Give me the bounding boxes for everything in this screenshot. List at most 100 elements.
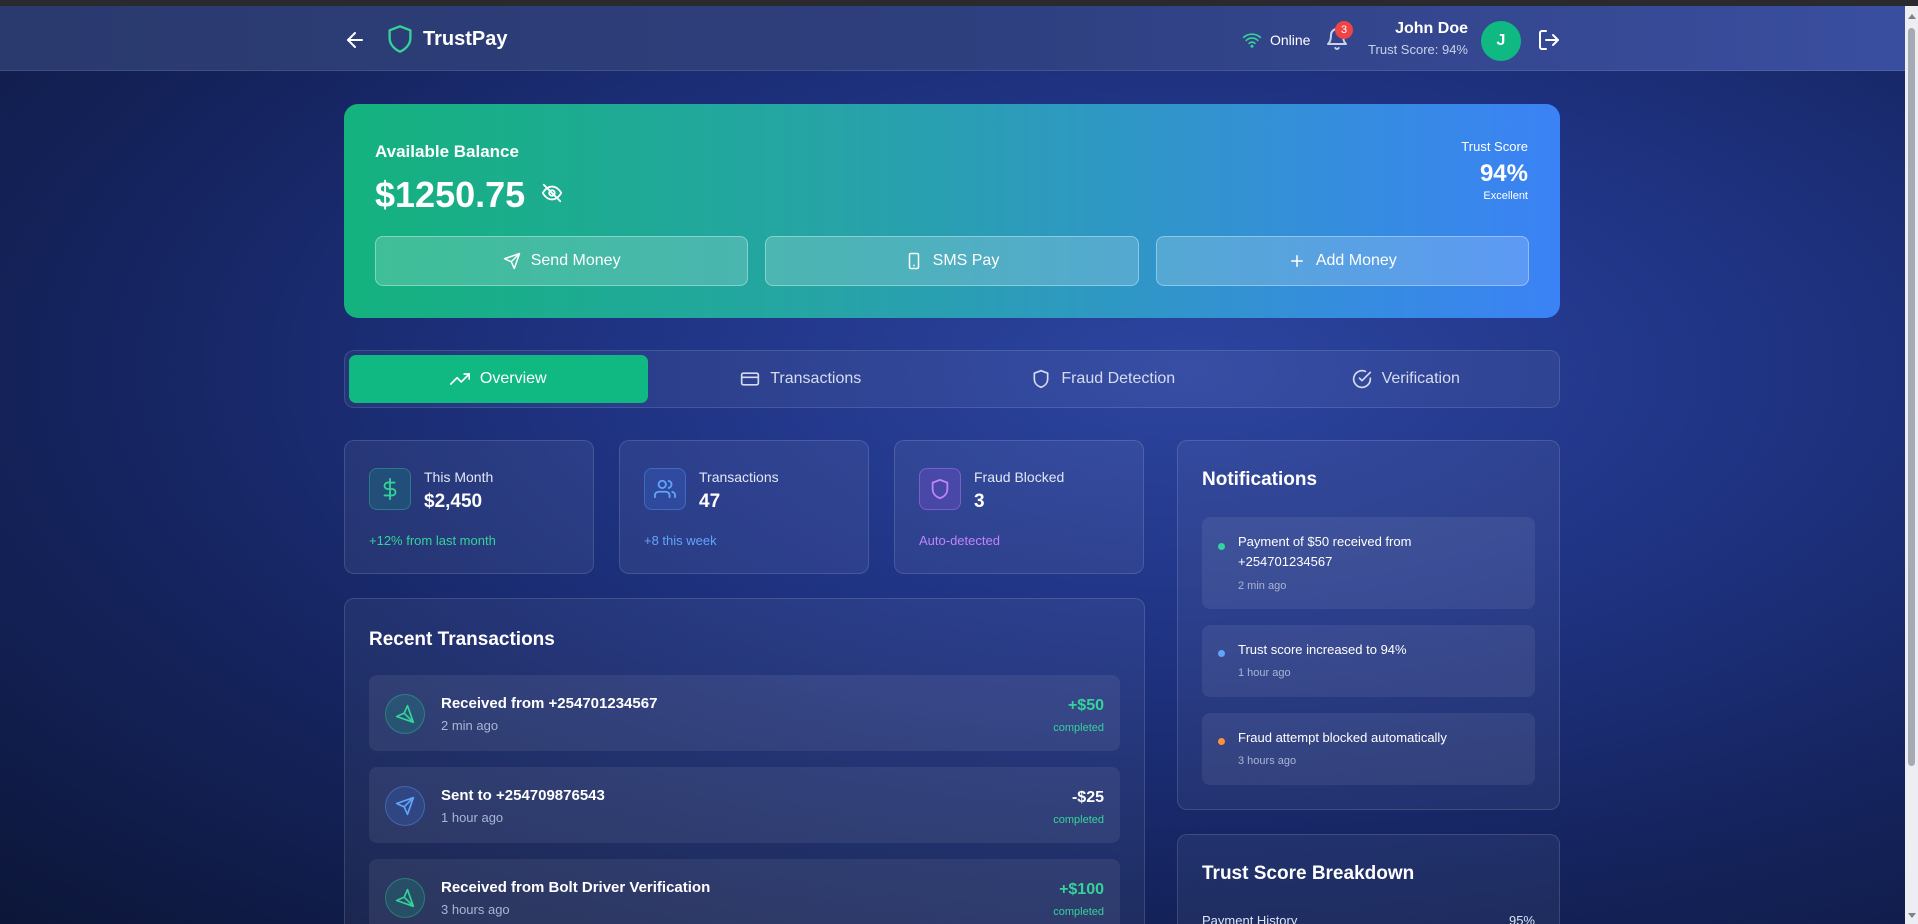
trust-row-value: 95% xyxy=(1508,913,1535,924)
tab-transactions-label: Transactions xyxy=(770,370,862,387)
balance-label: Available Balance xyxy=(375,142,519,161)
scroll-down-arrow-icon[interactable] xyxy=(1908,913,1916,918)
stat-card-fraud-blocked: Fraud Blocked 3 Auto-detected xyxy=(894,440,1144,574)
sms-pay-button[interactable]: SMS Pay xyxy=(765,236,1139,286)
notifications-title: Notifications xyxy=(1202,469,1318,490)
dollar-icon xyxy=(383,478,397,500)
tx-icon-box xyxy=(385,694,425,734)
recent-transactions-card: Recent Transactions Received from +25470… xyxy=(344,598,1145,924)
trust-score-label: Trust Score xyxy=(1461,139,1528,154)
notifications-card: Notifications Payment of $50 received fr… xyxy=(1177,440,1560,810)
add-money-label: Add Money xyxy=(1315,252,1397,269)
user-trust-score: Trust Score: 94% xyxy=(1368,42,1468,57)
user-info: John Doe Trust Score: 94% xyxy=(1368,20,1468,57)
trending-up-icon xyxy=(449,373,470,385)
phone-icon xyxy=(908,252,919,270)
stat-change: +12% from last month xyxy=(369,533,496,548)
connection-status: Online xyxy=(1242,30,1310,50)
tx-status: completed xyxy=(1053,906,1104,918)
tab-fraud-detection[interactable]: Fraud Detection xyxy=(954,355,1253,403)
transaction-row[interactable]: Sent to +254709876543 1 hour ago -$25 co… xyxy=(369,767,1120,843)
stat-change: +8 this week xyxy=(644,533,717,548)
status-label: Online xyxy=(1270,32,1311,48)
arrow-received-icon xyxy=(395,888,415,908)
trust-breakdown-row: Payment History 95% xyxy=(1202,913,1535,924)
notification-message: Fraud attempt blocked automatically xyxy=(1238,730,1447,745)
tx-amount: +$50 xyxy=(1067,697,1104,714)
user-name: John Doe xyxy=(1395,20,1468,37)
stat-value: $2,450 xyxy=(424,491,483,512)
wifi-icon xyxy=(1242,33,1262,48)
tx-amount: +$100 xyxy=(1059,881,1104,898)
users-icon xyxy=(654,479,676,499)
status-dot xyxy=(1218,543,1225,550)
tab-transactions[interactable]: Transactions xyxy=(652,355,951,403)
status-dot xyxy=(1218,738,1225,745)
stat-card-this-month: This Month $2,450 +12% from last month xyxy=(344,440,594,574)
trust-score-value: 94% xyxy=(1479,160,1528,187)
avatar[interactable]: J xyxy=(1481,21,1521,61)
trust-score-rating: Excellent xyxy=(1483,190,1528,202)
notification-item[interactable]: Payment of $50 received from +2547012345… xyxy=(1202,517,1535,609)
status-dot xyxy=(1218,650,1225,657)
tx-title: Sent to +254709876543 xyxy=(441,787,605,804)
dollar-icon-box xyxy=(369,468,411,510)
users-icon-box xyxy=(644,468,686,510)
send-icon xyxy=(395,796,415,816)
tx-status: completed xyxy=(1053,722,1104,734)
tx-icon-box xyxy=(385,786,425,826)
trust-breakdown-title: Trust Score Breakdown xyxy=(1202,863,1415,884)
brand-name: TrustPay xyxy=(423,28,508,50)
logout-icon[interactable] xyxy=(1537,28,1561,52)
shield-icon xyxy=(1033,369,1049,389)
notifications-button[interactable]: 3 xyxy=(1325,21,1353,51)
stat-label: Fraud Blocked xyxy=(974,469,1065,485)
credit-card-icon xyxy=(741,372,760,386)
sms-pay-label: SMS Pay xyxy=(932,252,1000,269)
tx-title: Received from +254701234567 xyxy=(441,695,658,712)
transaction-row[interactable]: Received from Bolt Driver Verification 3… xyxy=(369,859,1120,924)
tab-fraud-detection-label: Fraud Detection xyxy=(1061,370,1176,387)
send-icon xyxy=(503,252,520,270)
arrow-received-icon xyxy=(395,704,415,724)
plus-icon xyxy=(1290,255,1303,267)
notification-time: 1 hour ago xyxy=(1238,667,1291,679)
stat-label: This Month xyxy=(424,469,494,485)
notification-item[interactable]: Trust score increased to 94% 1 hour ago xyxy=(1202,625,1535,697)
stat-card-transactions: Transactions 47 +8 this week xyxy=(619,440,869,574)
add-money-button[interactable]: Add Money xyxy=(1155,236,1529,286)
tx-title: Received from Bolt Driver Verification xyxy=(441,879,711,896)
notification-message: Trust score increased to 94% xyxy=(1238,642,1407,657)
balance-amount: $1250.75 xyxy=(375,174,526,215)
check-circle-icon xyxy=(1352,369,1371,389)
trust-score-breakdown-card: Trust Score Breakdown Payment History 95… xyxy=(1177,834,1560,924)
balance-actions: Send Money SMS Pay Add Money xyxy=(375,236,1529,286)
trust-row-label: Payment History xyxy=(1202,913,1298,924)
tab-overview[interactable]: Overview xyxy=(349,355,648,403)
stat-change: Auto-detected xyxy=(919,533,1000,548)
scrollbar-thumb[interactable] xyxy=(1908,28,1915,766)
tx-status: completed xyxy=(1053,814,1104,826)
balance-card: Available Balance $1250.75 Trust Score 9… xyxy=(344,104,1560,318)
notification-badge: 3 xyxy=(1335,21,1353,39)
eye-off-icon[interactable] xyxy=(541,182,563,204)
tab-verification[interactable]: Verification xyxy=(1257,355,1556,403)
page-scrollbar[interactable] xyxy=(1905,6,1918,924)
scroll-up-arrow-icon[interactable] xyxy=(1908,14,1916,19)
tx-time: 3 hours ago xyxy=(441,902,510,917)
stat-label: Transactions xyxy=(699,469,779,485)
stat-value: 3 xyxy=(974,491,985,512)
shield-icon xyxy=(931,478,949,500)
tx-time: 1 hour ago xyxy=(441,810,504,825)
back-arrow-icon[interactable] xyxy=(343,28,367,52)
tx-icon-box xyxy=(385,878,425,918)
shield-logo-icon xyxy=(388,25,412,53)
tab-overview-label: Overview xyxy=(479,370,547,387)
notification-time: 3 hours ago xyxy=(1238,755,1297,767)
app-header: TrustPay Online 3 John Doe Trust Score: … xyxy=(0,6,1905,71)
notification-item[interactable]: Fraud attempt blocked automatically 3 ho… xyxy=(1202,713,1535,785)
shield-icon-box xyxy=(919,468,961,510)
tx-time: 2 min ago xyxy=(441,718,499,733)
send-money-button[interactable]: Send Money xyxy=(375,236,749,286)
transaction-row[interactable]: Received from +254701234567 2 min ago +$… xyxy=(369,675,1120,751)
